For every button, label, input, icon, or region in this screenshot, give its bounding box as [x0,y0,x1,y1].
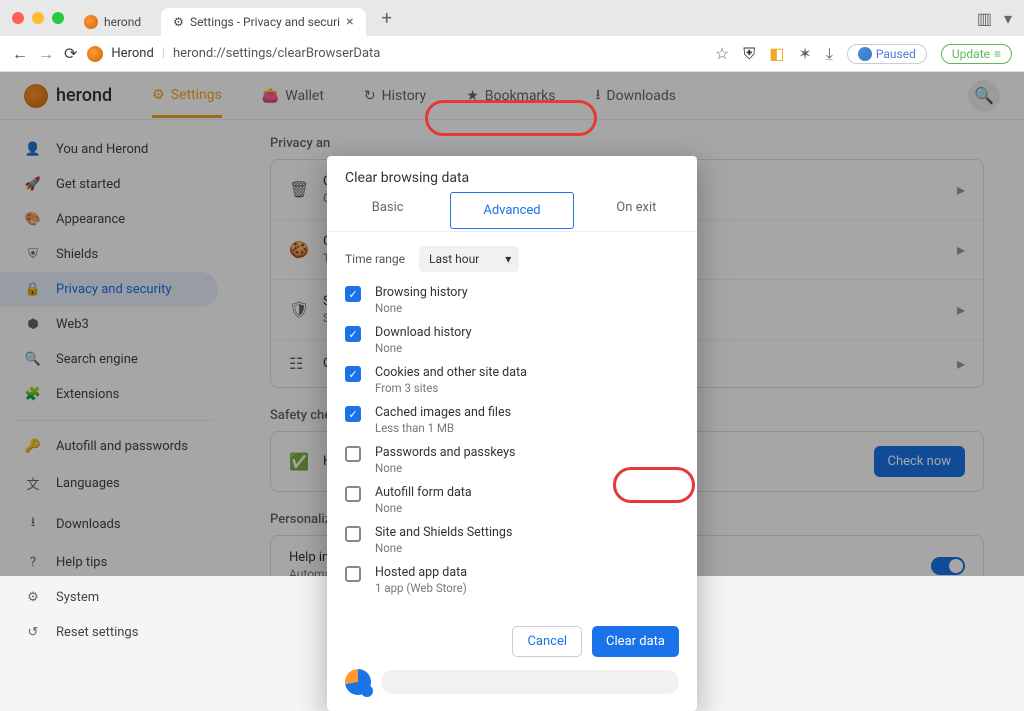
address-bar[interactable]: Herond | herond://settings/clearBrowserD… [87,46,705,62]
update-button[interactable]: Update≡ [941,44,1012,64]
reload-button[interactable]: ⟳ [64,44,77,63]
checkbox-row[interactable]: ✓ Download historyNone [345,320,679,360]
tab-label: herond [104,15,141,29]
new-tab-button[interactable]: + [382,8,392,29]
checkbox-sublabel: None [375,501,472,515]
wallet-icon[interactable]: ◧ [769,44,784,63]
time-range-row: Time range Last hour ▾ [345,246,679,272]
profile-avatar-icon [858,47,872,61]
forward-button: → [38,44,54,64]
herond-icon [84,15,98,29]
checkbox-label: Cached images and files [375,405,511,420]
checkbox[interactable] [345,446,361,462]
tab-onexit[interactable]: On exit [576,190,697,231]
site-icon [87,46,103,62]
checkbox-sublabel: Less than 1 MB [375,421,511,435]
menu-icon: ≡ [994,47,1001,61]
time-range-select[interactable]: Last hour ▾ [419,246,519,272]
checkbox[interactable]: ✓ [345,406,361,422]
checkbox-row[interactable]: Passwords and passkeysNone [345,440,679,480]
checkbox[interactable]: ✓ [345,366,361,382]
browser-tab-settings[interactable]: ⚙ Settings - Privacy and securi × [161,8,365,36]
panels-icon[interactable]: ▥ [977,9,992,28]
system-icon: ⚙ [24,590,42,605]
shield-icon[interactable]: ⛨ [743,44,755,64]
clear-data-button[interactable]: Clear data [592,626,679,657]
checkbox[interactable] [345,526,361,542]
checkbox-label: Passwords and passkeys [375,445,515,460]
star-icon[interactable]: ☆ [715,44,729,63]
storage-pie-icon [345,669,371,695]
profile-paused-button[interactable]: Paused [847,44,927,64]
checkbox-label: Hosted app data [375,565,467,580]
checkbox-label: Site and Shields Settings [375,525,512,540]
url-brand: Herond [111,46,153,61]
extensions-icon[interactable]: ✶ [798,44,811,63]
checkbox-sublabel: From 3 sites [375,381,527,395]
download-icon[interactable]: ⤓ [826,44,833,64]
storage-bar [381,670,679,694]
window-titlebar: herond ⚙ Settings - Privacy and securi ×… [0,0,1024,36]
chevron-down-icon: ▾ [505,252,511,266]
tab-advanced[interactable]: Advanced [450,192,573,229]
checkbox-sublabel: None [375,341,471,355]
checkbox[interactable]: ✓ [345,286,361,302]
checkbox-sublabel: None [375,461,515,475]
checkbox-row[interactable]: ✓ Browsing historyNone [345,280,679,320]
dialog-body: Time range Last hour ▾ ✓ Browsing history… [327,232,697,614]
clear-browsing-data-dialog: Clear browsing data Basic Advanced On ex… [327,156,697,711]
dialog-title: Clear browsing data [327,156,697,190]
checkbox-row[interactable]: ✓ Cookies and other site dataFrom 3 sites [345,360,679,400]
gear-icon: ⚙ [173,15,184,29]
checkbox-label: Download history [375,325,471,340]
checkbox-row[interactable]: ✓ Cached images and filesLess than 1 MB [345,400,679,440]
browser-toolbar: ← → ⟳ Herond | herond://settings/clearBr… [0,36,1024,72]
dialog-footer-status [327,669,697,711]
reset-icon: ↺ [24,625,42,640]
checkbox[interactable] [345,486,361,502]
close-tab-icon[interactable]: × [346,14,353,30]
page-content: herond ⚙Settings 👛Wallet ↻History ★Bookm… [0,72,1024,576]
dialog-footer: Cancel Clear data [327,614,697,669]
browser-tab-herond[interactable]: herond [72,8,153,36]
tab-basic[interactable]: Basic [327,190,448,231]
checkbox-label: Browsing history [375,285,468,300]
back-button[interactable]: ← [12,44,28,64]
checkbox[interactable] [345,566,361,582]
chevron-down-icon[interactable]: ▾ [1004,9,1012,28]
traffic-lights[interactable] [12,12,64,24]
checkbox-label: Cookies and other site data [375,365,527,380]
checkbox-row[interactable]: Site and Shields SettingsNone [345,520,679,560]
sidebar-item-system[interactable]: ⚙System [0,580,230,615]
checkbox-sublabel: None [375,301,468,315]
dialog-tabs: Basic Advanced On exit [327,190,697,232]
tab-label: Settings - Privacy and securi [190,15,340,29]
minimize-window-icon[interactable] [32,12,44,24]
checkbox-row[interactable]: Hosted app data1 app (Web Store) [345,560,679,600]
checkbox-row[interactable]: Autofill form dataNone [345,480,679,520]
sidebar-item-reset[interactable]: ↺Reset settings [0,615,230,650]
maximize-window-icon[interactable] [52,12,64,24]
cancel-button[interactable]: Cancel [512,626,582,657]
checkbox-sublabel: 1 app (Web Store) [375,581,467,595]
checkbox[interactable]: ✓ [345,326,361,342]
close-window-icon[interactable] [12,12,24,24]
url-path: herond://settings/clearBrowserData [173,46,380,61]
checkbox-sublabel: None [375,541,512,555]
checkbox-label: Autofill form data [375,485,472,500]
time-range-label: Time range [345,252,405,266]
